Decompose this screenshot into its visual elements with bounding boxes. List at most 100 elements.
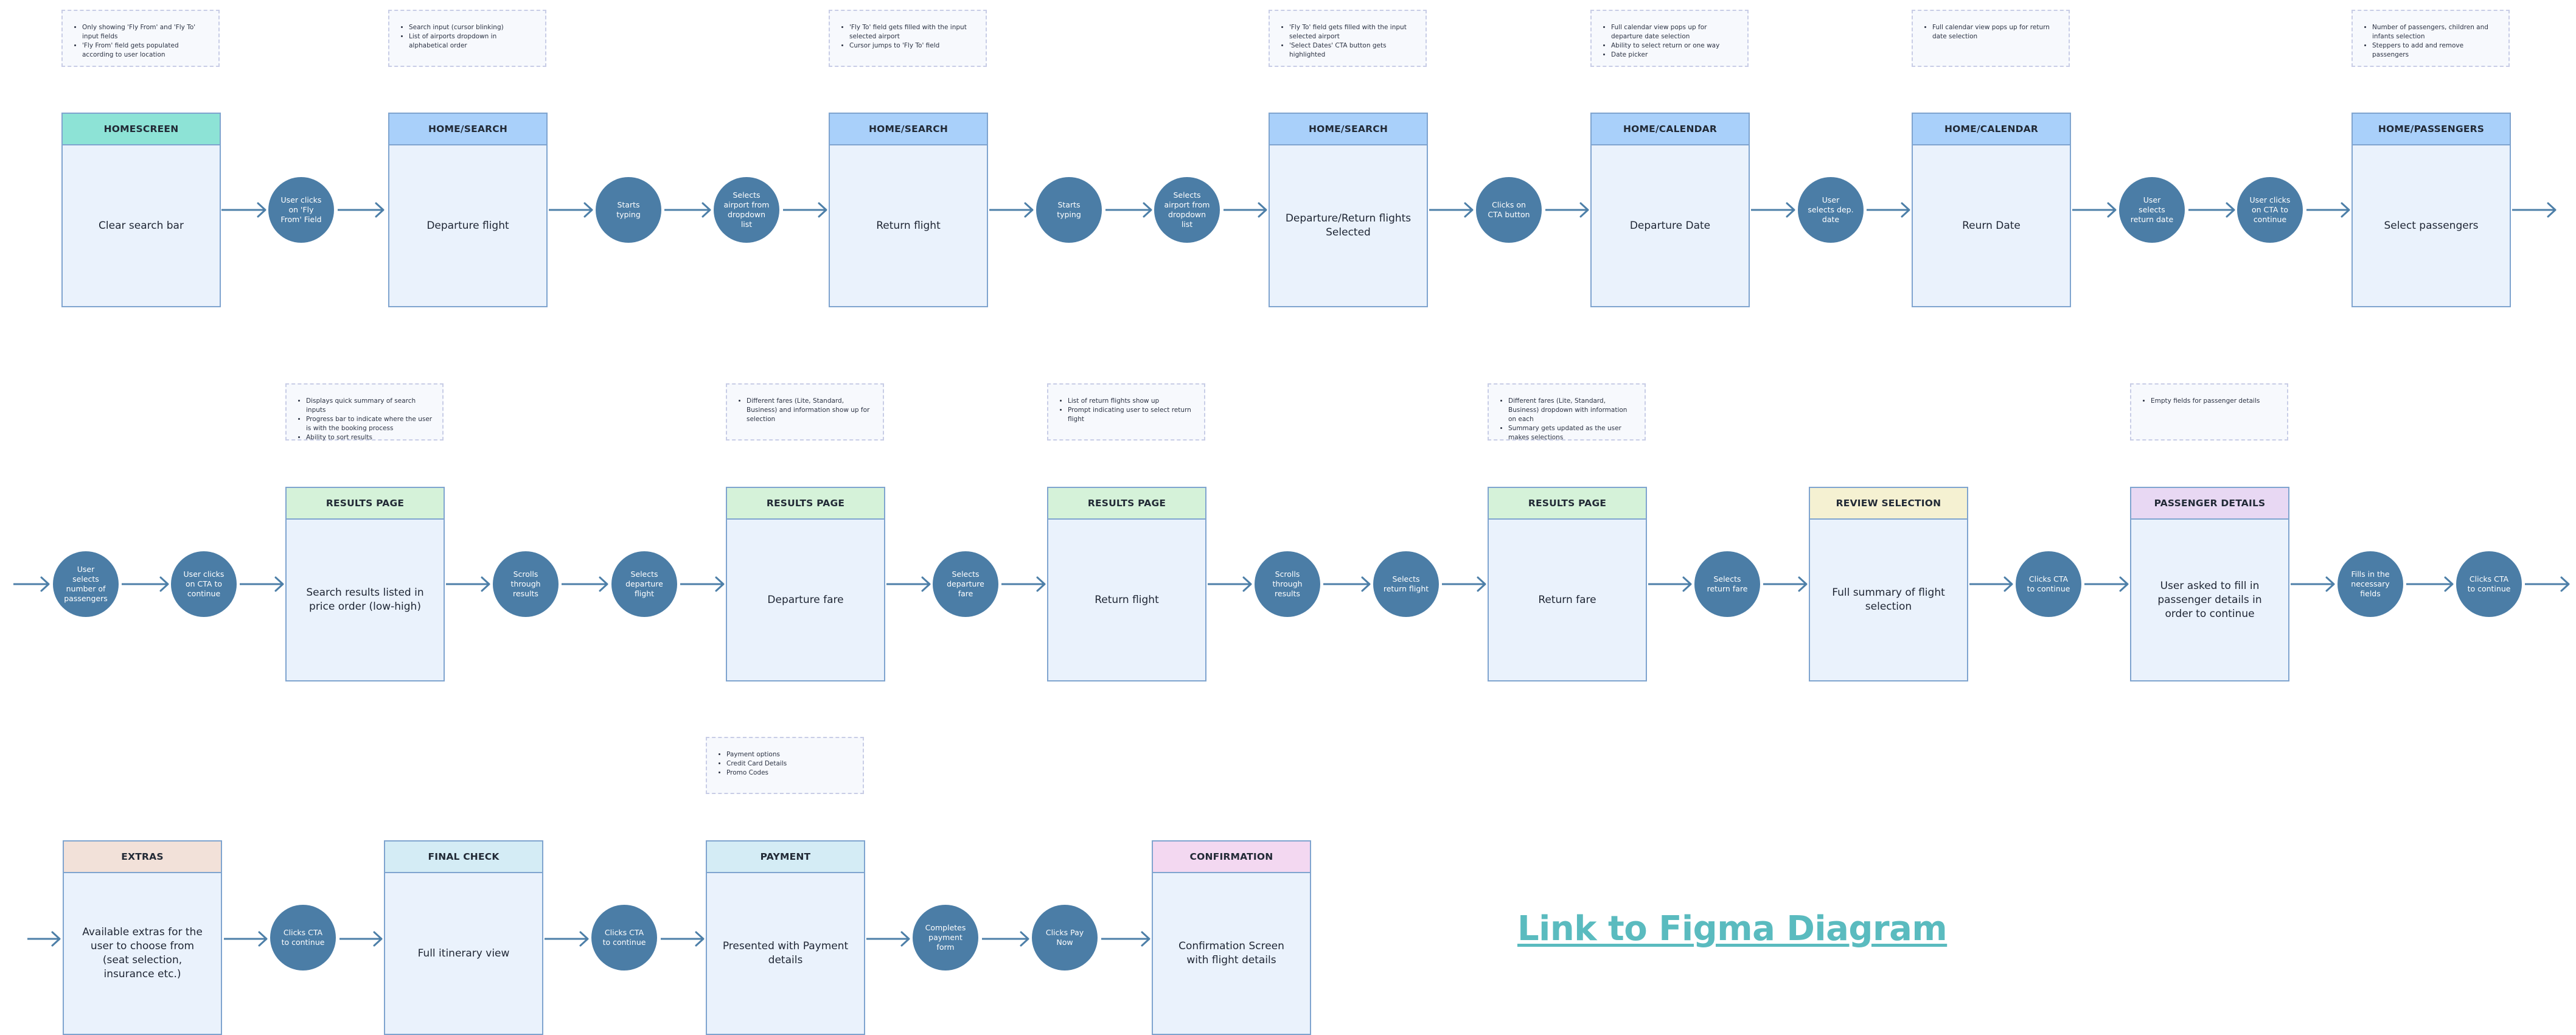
screen-header: HOME/CALENDAR [1913, 114, 2070, 145]
screen-header: HOME/CALENDAR [1592, 114, 1749, 145]
note-item: List of return flights show up [1068, 397, 1196, 406]
screen-header: RESULTS PAGE [1048, 488, 1205, 520]
screen-results-departure-fare: RESULTS PAGE Departure fare [726, 487, 885, 681]
note-item: Progress bar to indicate where the user … [306, 415, 434, 433]
screen-description: Return flight [1095, 593, 1159, 606]
action-starts-typing: Starts typing [596, 177, 661, 243]
note-item: Ability to sort results [306, 433, 434, 442]
figma-diagram-link[interactable]: Link to Figma Diagram [1517, 909, 1948, 949]
screen-results-return-flight: RESULTS PAGE Return flight [1047, 487, 1206, 681]
flow-arrow [122, 576, 169, 592]
note-item: Prompt indicating user to select return … [1068, 406, 1196, 424]
flow-arrow [2512, 202, 2557, 218]
screen-header: HOME/SEARCH [389, 114, 546, 145]
flow-arrow [886, 576, 931, 592]
screen-home-calendar-return: HOME/CALENDAR Reurn Date [1912, 113, 2071, 307]
action-click-cta: User clicks on CTA to continue [171, 551, 237, 617]
flow-arrow [1763, 576, 1808, 592]
flow-arrow [1429, 202, 1474, 218]
flow-arrow [866, 931, 910, 947]
action-fill-fields: Fills in the necessary fields [2338, 551, 2403, 617]
note-item: 'Select Dates' CTA button gets highlight… [1289, 41, 1417, 60]
flow-arrow [1545, 202, 1589, 218]
flow-arrow [1751, 202, 1795, 218]
action-click-cta: Clicks on CTA button [1476, 177, 1542, 243]
flow-arrow [1867, 202, 1910, 218]
flow-arrow [982, 931, 1029, 947]
action-scroll-results: Scrolls through results [1255, 551, 1320, 617]
flow-arrow [2188, 202, 2235, 218]
screen-header: HOMESCREEN [63, 114, 220, 145]
flow-arrow [1969, 576, 2013, 592]
note-item: Ability to select return or one way [1611, 41, 1739, 51]
screen-description: Clear search bar [99, 219, 184, 232]
screen-header: RESULTS PAGE [727, 488, 884, 520]
flow-arrow [338, 202, 385, 218]
screen-header: HOME/PASSENGERS [2353, 114, 2510, 145]
action-select-return-fare: Selects return fare [1694, 551, 1760, 617]
flow-arrow [446, 576, 490, 592]
screen-description: Departure Date [1629, 219, 1711, 232]
action-scroll-results: Scrolls through results [493, 551, 559, 617]
screen-header: EXTRAS [64, 842, 221, 873]
action-click-cta: Clicks CTA to continue [2456, 551, 2522, 617]
flow-arrow [2406, 576, 2454, 592]
screen-review-selection: REVIEW SELECTION Full summary of flight s… [1809, 487, 1968, 681]
flow-arrow [1323, 576, 1371, 592]
note-departure-fare: Different fares (Lite, Standard, Busines… [726, 383, 884, 441]
screen-description: Select passengers [2384, 219, 2479, 232]
screen-results-return-fare: RESULTS PAGE Return fare [1488, 487, 1647, 681]
flow-arrow [221, 202, 266, 218]
screen-final-check: FINAL CHECK Full itinerary view [384, 840, 543, 1035]
flow-arrow [2525, 576, 2570, 592]
note-item: Empty fields for passenger details [2151, 397, 2278, 406]
note-item: Steppers to add and remove passengers [2372, 41, 2500, 60]
screen-description: Return fare [1538, 593, 1596, 606]
note-item: Different fares (Lite, Standard, Busines… [1508, 397, 1636, 424]
flow-arrow [1208, 576, 1252, 592]
action-click-cta: User clicks on CTA to continue [2237, 177, 2303, 243]
screen-description: Presented with Payment details [722, 940, 849, 966]
flow-arrow [339, 931, 383, 947]
flow-arrow [1101, 931, 1150, 947]
flow-arrow [1442, 576, 1486, 592]
flow-arrow [549, 202, 593, 218]
action-click-pay-now: Clicks Pay Now [1032, 905, 1098, 971]
screen-description: Reurn Date [1962, 219, 2021, 232]
flow-arrow [1648, 576, 1692, 592]
flow-arrow [661, 931, 705, 947]
screen-header: HOME/SEARCH [830, 114, 987, 145]
note-item: Date picker [1611, 51, 1739, 60]
note-item: Summary gets updated as the user makes s… [1508, 424, 1636, 442]
flow-arrow [783, 202, 827, 218]
note-item: List of airports dropdown in alphabetica… [409, 32, 537, 51]
note-return-fare: Different fares (Lite, Standard, Busines… [1488, 383, 1646, 441]
screen-home-search-departure: HOME/SEARCH Departure flight [388, 113, 548, 307]
action-select-passengers: User selects number of passengers [53, 551, 119, 617]
flow-arrow [224, 931, 268, 947]
screen-description: Confirmation Screen with flight details [1178, 940, 1284, 966]
screen-header: RESULTS PAGE [1489, 488, 1646, 520]
screen-homescreen: HOMESCREEN Clear search bar [61, 113, 221, 307]
note-passenger-details: Empty fields for passenger details [2130, 383, 2288, 441]
flow-arrow [2084, 576, 2129, 592]
screen-extras: EXTRAS Available extras for the user to c… [63, 840, 222, 1035]
action-select-airport: Selects airport from dropdown list [1154, 177, 1220, 243]
flow-arrow [562, 576, 608, 592]
flow-arrow [1224, 202, 1267, 218]
flow-arrow [240, 576, 284, 592]
action-select-return-flight: Selects return flight [1373, 551, 1439, 617]
note-payment: Payment optionsCredit Card DetailsPromo … [706, 737, 864, 794]
screen-home-calendar-departure: HOME/CALENDAR Departure Date [1590, 113, 1750, 307]
note-item: Number of passengers, children and infan… [2372, 23, 2500, 41]
note-return-date: Full calendar view pops up for return da… [1912, 10, 2070, 67]
flow-arrow [1105, 202, 1152, 218]
note-item: Cursor jumps to 'Fly To' field [849, 41, 977, 51]
note-item: Search input (cursor blinking) [409, 23, 537, 32]
screen-header: FINAL CHECK [385, 842, 542, 873]
screen-header: CONFIRMATION [1153, 842, 1310, 873]
screen-description: Full summary of flight selection [1832, 587, 1945, 613]
action-click-cta: Clicks CTA to continue [591, 905, 657, 971]
note-item: Displays quick summary of search inputs [306, 397, 434, 415]
screen-description: User asked to fill in passenger details … [2157, 579, 2262, 620]
